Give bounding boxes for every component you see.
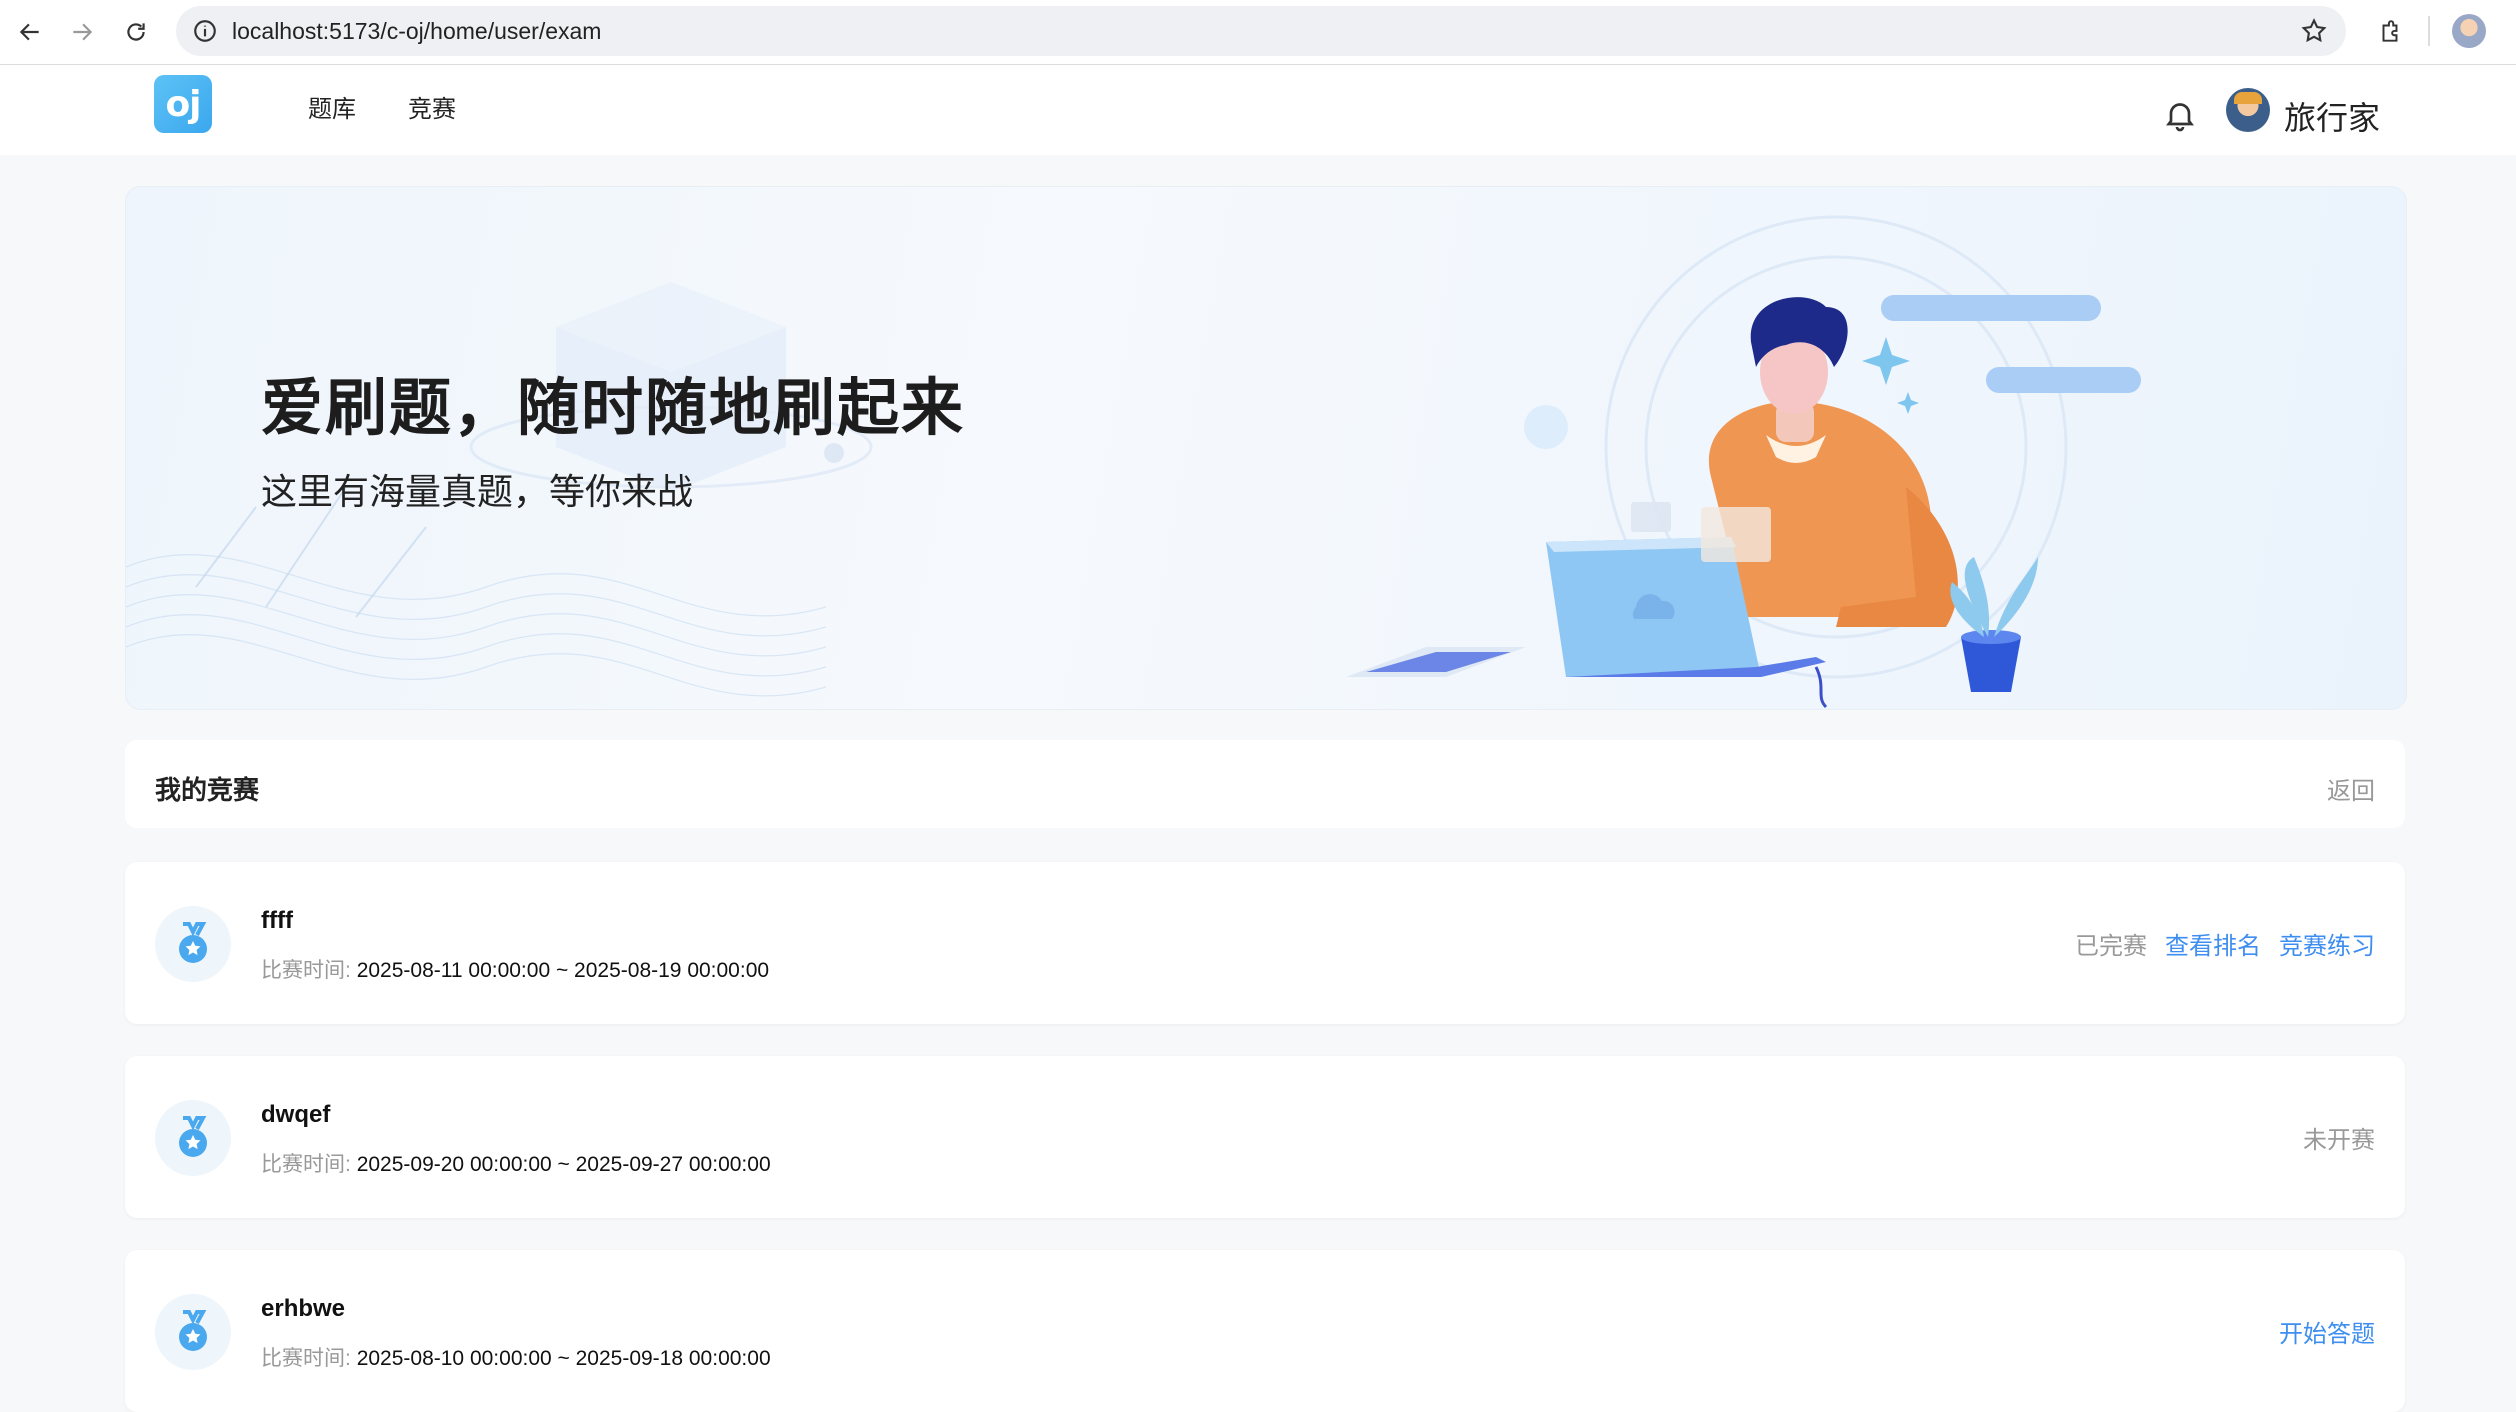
nav-item-contests[interactable]: 竞赛 xyxy=(408,89,456,124)
reload-icon[interactable] xyxy=(116,12,156,52)
exam-name: erhbwe xyxy=(261,1295,346,1322)
banner-title: 爱刷题，随时随地刷起来 xyxy=(261,374,966,443)
exam-time: 比赛时间: 2025-08-10 00:00:00 ~ 2025-09-18 0… xyxy=(261,1347,771,1370)
exam-name: ffff xyxy=(261,907,293,934)
exam-card: dwqef 比赛时间: 2025-09-20 00:00:00 ~ 2025-0… xyxy=(125,1056,2405,1218)
exam-card: erhbwe 比赛时间: 2025-08-10 00:00:00 ~ 2025-… xyxy=(125,1250,2405,1412)
toolbar-divider xyxy=(2428,16,2430,46)
view-ranking-button[interactable]: 查看排名 xyxy=(2165,926,2261,961)
medal-icon xyxy=(155,906,231,982)
contest-practice-button[interactable]: 竞赛练习 xyxy=(2279,926,2375,961)
back-link[interactable]: 返回 xyxy=(2327,771,2375,806)
start-answering-button[interactable]: 开始答题 xyxy=(2279,1314,2375,1349)
app-header: oj 题库 竞赛 旅行家 xyxy=(0,65,2516,155)
medal-icon xyxy=(155,1100,231,1176)
hero-banner: 爱刷题，随时随地刷起来 这里有海量真题，等你来战 xyxy=(125,186,2407,710)
exam-time: 比赛时间: 2025-08-11 00:00:00 ~ 2025-08-19 0… xyxy=(261,959,770,982)
medal-icon xyxy=(155,1294,231,1370)
back-arrow-icon[interactable] xyxy=(10,12,50,52)
profile-avatar-icon[interactable] xyxy=(2452,14,2486,48)
banner-subtitle: 这里有海量真题，等你来战 xyxy=(261,471,694,512)
banner-illustration xyxy=(126,215,2141,709)
address-bar[interactable]: localhost:5173/c-oj/home/user/exam xyxy=(176,6,2346,56)
url-text: localhost:5173/c-oj/home/user/exam xyxy=(232,18,602,44)
bookmark-star-icon[interactable] xyxy=(2300,17,2328,45)
nav-item-problems[interactable]: 题库 xyxy=(308,89,356,124)
extensions-icon[interactable] xyxy=(2370,12,2410,52)
my-contests-header: 我的竞赛 返回 xyxy=(125,740,2405,828)
status-badge: 已完赛 xyxy=(2075,932,2147,960)
site-info-icon[interactable] xyxy=(192,18,218,44)
exam-time: 比赛时间: 2025-09-20 00:00:00 ~ 2025-09-27 0… xyxy=(261,1153,771,1176)
exam-card: ffff 比赛时间: 2025-08-11 00:00:00 ~ 2025-08… xyxy=(125,862,2405,1024)
username[interactable]: 旅行家 xyxy=(2284,93,2380,139)
exam-name: dwqef xyxy=(261,1101,331,1128)
browser-toolbar: localhost:5173/c-oj/home/user/exam xyxy=(0,0,2516,65)
section-title: 我的竞赛 xyxy=(155,775,260,805)
forward-arrow-icon[interactable] xyxy=(62,12,102,52)
logo[interactable]: oj xyxy=(154,75,212,133)
status-badge: 未开赛 xyxy=(2303,1126,2375,1154)
bell-icon[interactable] xyxy=(2162,97,2198,133)
avatar[interactable] xyxy=(2226,88,2270,132)
